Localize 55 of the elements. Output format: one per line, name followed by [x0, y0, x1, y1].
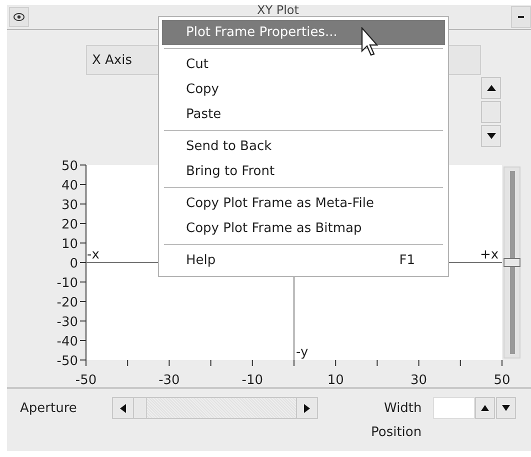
increment-button[interactable] — [475, 397, 495, 419]
up-arrow-icon — [486, 85, 496, 91]
x-tick-label: -50 — [75, 373, 97, 387]
x-tick-label: 10 — [327, 373, 344, 387]
y-tick-label: -40 — [56, 334, 78, 350]
menu-item[interactable]: Copy — [162, 77, 445, 102]
position-label: Position — [371, 425, 423, 440]
y-tick-label: -30 — [56, 315, 78, 330]
x-tick-label: 30 — [410, 373, 428, 387]
y-tick-label: 10 — [61, 237, 78, 252]
scroll-up-button[interactable] — [481, 77, 501, 99]
scroll-left-button[interactable] — [113, 398, 134, 418]
menu-item[interactable]: Send to Back — [162, 134, 445, 159]
x-tick-label: 50 — [494, 373, 510, 387]
y-tick-label: 50 — [61, 159, 78, 174]
menu-item[interactable]: Copy Plot Frame as Meta-File — [162, 191, 445, 216]
minus-icon — [518, 15, 524, 19]
y-tick-label: -50 — [56, 354, 78, 369]
down-arrow-icon — [502, 405, 510, 411]
menu-item[interactable]: Paste — [162, 102, 445, 127]
shortcut-label: F1 — [399, 253, 415, 268]
y-tick-label: 30 — [61, 198, 78, 213]
x-tick-label: -30 — [158, 373, 180, 387]
eye-icon[interactable] — [9, 7, 29, 27]
slider-thumb[interactable] — [504, 258, 520, 267]
aperture-label: Aperture — [20, 400, 78, 416]
decrement-button[interactable] — [496, 397, 516, 419]
scroll-thumb[interactable] — [134, 398, 147, 418]
y-tick-label: -10 — [56, 276, 78, 291]
x-tick-label: -10 — [242, 373, 264, 387]
y-tick-label: 40 — [61, 178, 78, 194]
right-arrow-icon — [304, 404, 310, 412]
window-title: XY Plot — [257, 3, 299, 17]
width-label: Width — [384, 400, 423, 416]
width-field[interactable] — [433, 397, 475, 419]
pointer-icon — [361, 27, 381, 57]
up-arrow-icon — [481, 405, 489, 411]
menu-item[interactable]: Copy Plot Frame as Bitmap — [162, 216, 445, 241]
left-arrow-icon — [120, 404, 126, 412]
scroll-down-button[interactable] — [481, 125, 501, 147]
y-tick-label: 20 — [61, 218, 78, 232]
down-arrow-icon — [486, 133, 496, 139]
y-tick-label: 0 — [70, 256, 78, 272]
menu-item[interactable]: Cut — [162, 52, 445, 77]
axis-label: -x — [87, 248, 100, 262]
scroll-right-button[interactable] — [296, 398, 317, 418]
position-slider[interactable] — [504, 166, 520, 358]
axis-label: -y — [296, 345, 308, 360]
menu-item[interactable]: Help F1 — [162, 248, 445, 273]
axis-label: +x — [480, 248, 499, 262]
menu-item[interactable]: Plot Frame Properties... — [162, 20, 445, 45]
minimize-button[interactable] — [511, 6, 531, 28]
aperture-scrollbar[interactable] — [112, 397, 318, 419]
y-tick-label: -20 — [56, 296, 78, 310]
menu-item[interactable]: Bring to Front — [162, 159, 445, 184]
